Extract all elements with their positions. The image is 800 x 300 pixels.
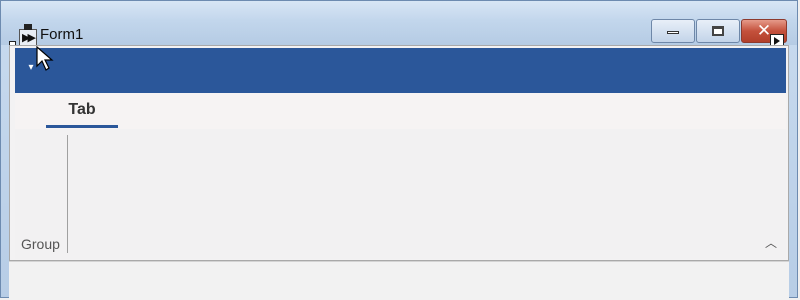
title-bar[interactable]: ▶▶ Form1 ✕ — [1, 1, 797, 48]
maximize-icon — [712, 26, 724, 36]
mouse-cursor-icon — [36, 46, 54, 71]
form-window: ▶▶ Form1 ✕ ▾ Tab Group ︿ — [0, 0, 798, 300]
ribbon-control: ▾ Tab Group ︿ — [9, 45, 789, 261]
quick-access-toolbar: ▾ — [15, 48, 786, 93]
ribbon-tab-strip: Tab — [15, 93, 786, 129]
ribbon-panel: Group ︿ — [15, 129, 786, 259]
form-body — [9, 261, 789, 300]
window-title: Form1 — [40, 26, 84, 43]
maximize-button[interactable] — [696, 19, 740, 43]
minimize-button[interactable] — [651, 19, 695, 43]
minimize-icon — [667, 31, 679, 34]
client-area: ▾ Tab Group ︿ — [9, 45, 789, 300]
selected-tab-indicator — [46, 125, 118, 128]
collapse-ribbon-icon[interactable]: ︿ — [762, 236, 780, 250]
tab-tab[interactable]: Tab — [46, 93, 118, 129]
group-separator — [67, 135, 68, 253]
group-label: Group — [21, 236, 60, 252]
